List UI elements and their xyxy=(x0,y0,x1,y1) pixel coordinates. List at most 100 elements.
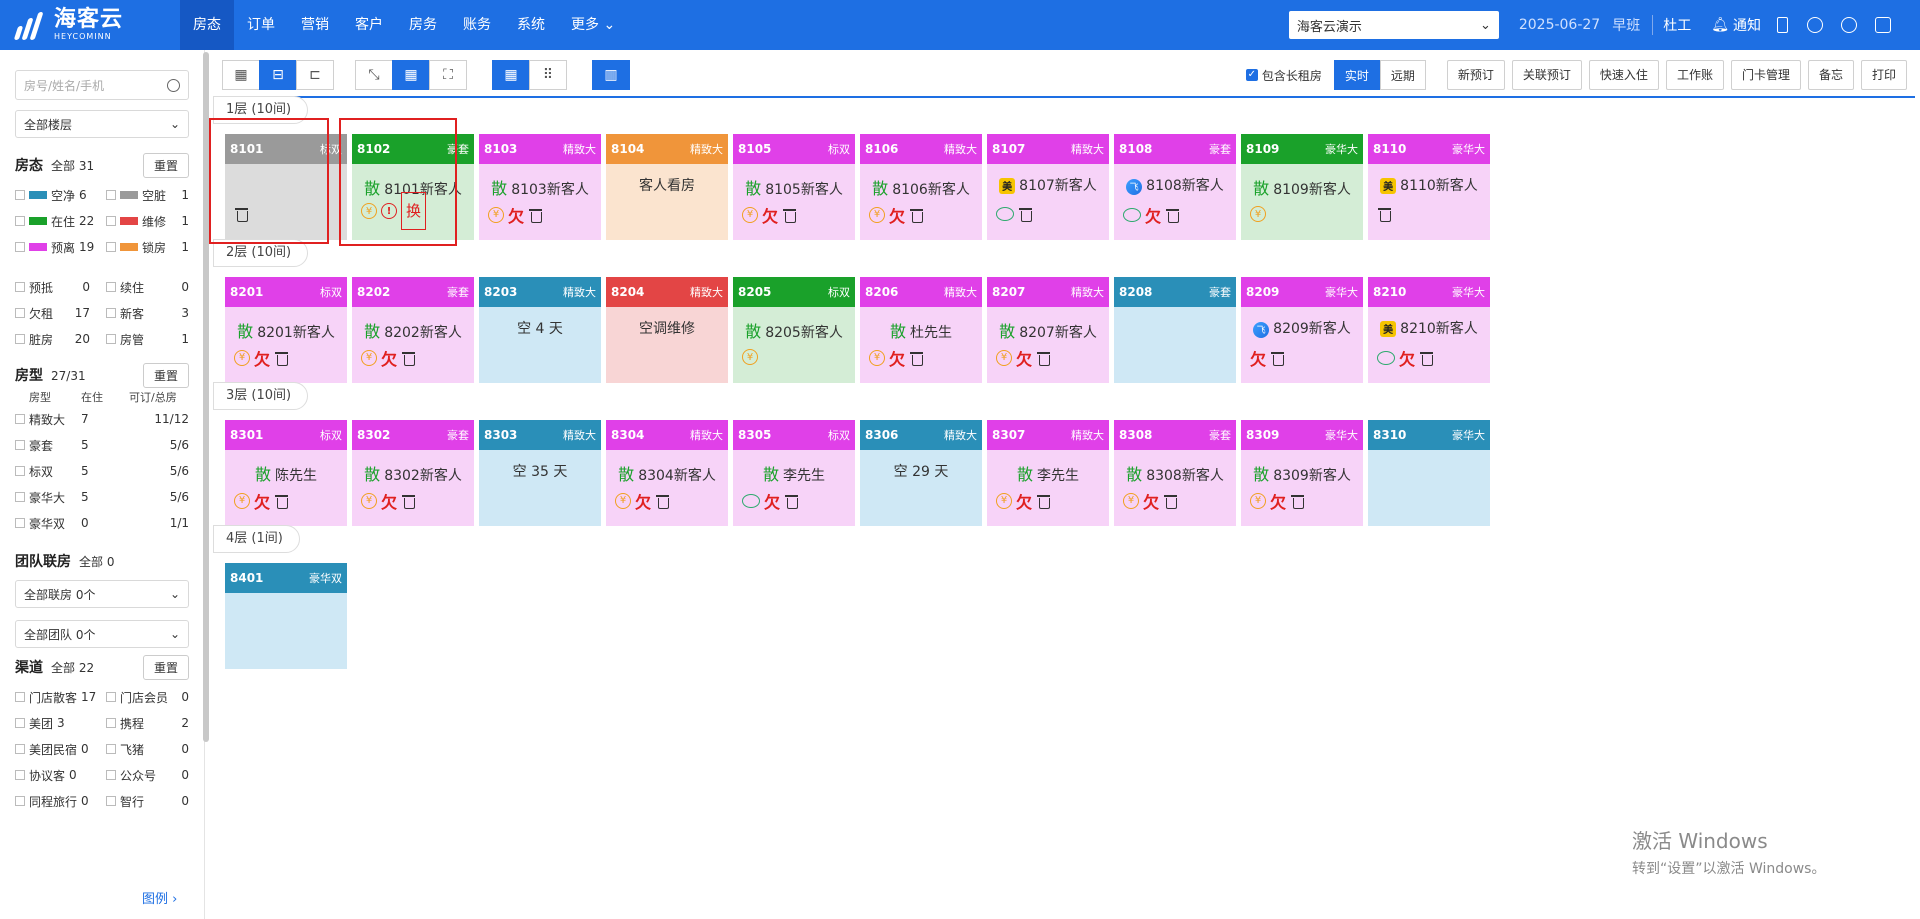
nav-item-1[interactable]: 订单 xyxy=(234,0,288,50)
yen-icon[interactable]: ¥ xyxy=(742,349,758,365)
checkbox[interactable] xyxy=(15,770,25,780)
channel-filter-item[interactable]: 门店散客 17 xyxy=(15,684,98,710)
arrears-icon[interactable]: 欠 xyxy=(1399,349,1415,369)
arrears-icon[interactable]: 欠 xyxy=(889,206,905,226)
view-bed-icon[interactable]: ⊏ xyxy=(296,60,334,90)
room-card[interactable]: 8308 豪套散 8308新客人 ¥ 欠 xyxy=(1114,420,1236,526)
yen-icon[interactable]: ¥ xyxy=(869,206,885,223)
nav-item-5[interactable]: 账务 xyxy=(450,0,504,50)
checkbox[interactable] xyxy=(106,796,116,806)
roomtype-row[interactable]: 豪华大 5 5/6 xyxy=(15,484,189,510)
trash-icon[interactable] xyxy=(655,493,670,509)
floor-select[interactable]: 全部楼层 ⌄ xyxy=(15,110,189,138)
room-card[interactable]: 8303 精致大空 35 天 xyxy=(479,420,601,526)
hotel-select[interactable]: 海客云演示 ⌄ xyxy=(1288,11,1499,39)
arrears-icon[interactable]: 欠 xyxy=(889,349,905,369)
notify-link[interactable]: 通知 xyxy=(1733,15,1761,35)
arrears-icon[interactable]: 欠 xyxy=(762,206,778,226)
realtime-tab[interactable]: 实时 xyxy=(1333,60,1380,90)
yen-icon[interactable]: ¥ xyxy=(361,492,377,509)
checkbox[interactable] xyxy=(15,190,25,200)
room-card[interactable]: 8301 标双散陈先生 ¥ 欠 xyxy=(225,420,347,526)
trash-icon[interactable] xyxy=(1377,206,1392,222)
shrink-icon[interactable]: ⤡ xyxy=(355,60,393,90)
yen-icon[interactable]: ¥ xyxy=(869,349,885,366)
trash-icon[interactable] xyxy=(274,493,289,509)
search-input[interactable]: 房号/姓名/手机 xyxy=(15,70,189,100)
room-card[interactable]: 8206 精致大散杜先生 ¥ 欠 xyxy=(860,277,982,383)
arrears-icon[interactable]: 欠 xyxy=(635,492,651,512)
trash-icon[interactable] xyxy=(1270,350,1285,366)
long-rent-checkbox[interactable]: ✓ 包含长租房 xyxy=(1245,67,1322,84)
trash-icon[interactable] xyxy=(1165,207,1180,223)
room-card[interactable]: 8305 标双散李先生欠 xyxy=(733,420,855,526)
search-icon[interactable] xyxy=(167,78,180,92)
checkbox[interactable] xyxy=(15,692,25,702)
trash-icon[interactable] xyxy=(1163,493,1178,509)
checkbox[interactable] xyxy=(15,216,25,226)
wechat-icon[interactable] xyxy=(1123,207,1141,222)
arrears-icon[interactable]: 欠 xyxy=(1016,349,1032,369)
status-filter-item[interactable]: 空净 6 xyxy=(15,182,98,208)
channel-filter-item[interactable]: 携程 2 xyxy=(106,710,189,736)
checkbox[interactable] xyxy=(15,308,25,318)
logo[interactable]: 海客云 HEYCOMINN xyxy=(0,0,180,50)
room-card[interactable]: 8401 豪华双 xyxy=(225,563,347,669)
action-button-1[interactable]: 关联预订 xyxy=(1511,60,1582,90)
trash-icon[interactable] xyxy=(1036,350,1051,366)
channel-filter-item[interactable]: 同程旅行 0 xyxy=(15,788,98,814)
status-filter-item[interactable]: 在住 22 xyxy=(15,208,98,234)
room-card[interactable]: 8201 标双散 8201新客人 ¥ 欠 xyxy=(225,277,347,383)
nav-item-7[interactable]: 更多 ⌄ xyxy=(558,0,628,50)
checkbox[interactable] xyxy=(106,744,116,754)
room-card[interactable]: 8204 精致大 空调维修 xyxy=(606,277,728,383)
action-button-5[interactable]: 备忘 xyxy=(1807,60,1854,90)
trash-icon[interactable] xyxy=(401,350,416,366)
checkbox[interactable] xyxy=(15,744,25,754)
checkbox[interactable] xyxy=(15,796,25,806)
floor-label[interactable]: 3层 (10间) xyxy=(213,382,309,410)
nav-item-3[interactable]: 客户 xyxy=(342,0,396,50)
wechat-icon[interactable] xyxy=(742,493,760,508)
view-card-icon[interactable]: ⊟ xyxy=(259,60,297,90)
room-card[interactable]: 8104 精致大 客人看房 xyxy=(606,134,728,240)
action-button-0[interactable]: 新预订 xyxy=(1446,60,1505,90)
roomtype-row[interactable]: 豪华双 0 1/1 xyxy=(15,510,189,536)
trash-icon[interactable] xyxy=(274,350,289,366)
yen-icon[interactable]: ¥ xyxy=(234,492,250,509)
wechat-icon[interactable] xyxy=(1377,350,1395,365)
arrears-icon[interactable]: 欠 xyxy=(254,492,270,512)
yen-icon[interactable]: ¥ xyxy=(615,492,631,509)
arrears-icon[interactable]: 欠 xyxy=(381,492,397,512)
action-button-2[interactable]: 快速入住 xyxy=(1588,60,1659,90)
arrears-icon[interactable]: 欠 xyxy=(764,492,780,512)
room-card[interactable]: 8209 豪华大飞 8209新客人欠 xyxy=(1241,277,1363,383)
flag-filter-item[interactable]: 新客 3 xyxy=(106,300,189,326)
phone-icon[interactable] xyxy=(1777,17,1788,33)
checkbox[interactable] xyxy=(15,282,25,292)
trash-icon[interactable] xyxy=(1419,350,1434,366)
trash-icon[interactable] xyxy=(909,350,924,366)
channel-filter-item[interactable]: 协议客 0 xyxy=(15,762,98,788)
status-filter-item[interactable]: 空脏 1 xyxy=(106,182,189,208)
yen-icon[interactable]: ¥ xyxy=(1123,492,1139,509)
future-tab[interactable]: 远期 xyxy=(1379,60,1426,90)
settings-icon[interactable] xyxy=(1875,17,1891,33)
roomtype-row[interactable]: 豪套 5 5/6 xyxy=(15,432,189,458)
arrears-icon[interactable]: 欠 xyxy=(508,206,524,226)
yen-icon[interactable]: ¥ xyxy=(361,349,377,366)
yen-icon[interactable]: ¥ xyxy=(1250,492,1266,509)
roomtype-row[interactable]: 精致大 7 11/12 xyxy=(15,406,189,432)
channel-filter-item[interactable]: 公众号 0 xyxy=(106,762,189,788)
room-card[interactable]: 8107 精致大美 8107新客人 xyxy=(987,134,1109,240)
nav-item-6[interactable]: 系统 xyxy=(504,0,558,50)
flag-filter-item[interactable]: 脏房 20 xyxy=(15,326,98,352)
arrears-icon[interactable]: 欠 xyxy=(1270,492,1286,512)
nav-item-0[interactable]: 房态 xyxy=(180,0,234,50)
room-card[interactable]: 8103 精致大散 8103新客人 ¥ 欠 xyxy=(479,134,601,240)
checkbox[interactable] xyxy=(15,440,25,450)
flag-filter-item[interactable]: 续住 0 xyxy=(106,274,189,300)
room-card[interactable]: 8302 豪套散 8302新客人 ¥ 欠 xyxy=(352,420,474,526)
user-name[interactable]: 杜工 xyxy=(1652,15,1691,35)
yen-icon[interactable]: ¥ xyxy=(742,206,758,223)
